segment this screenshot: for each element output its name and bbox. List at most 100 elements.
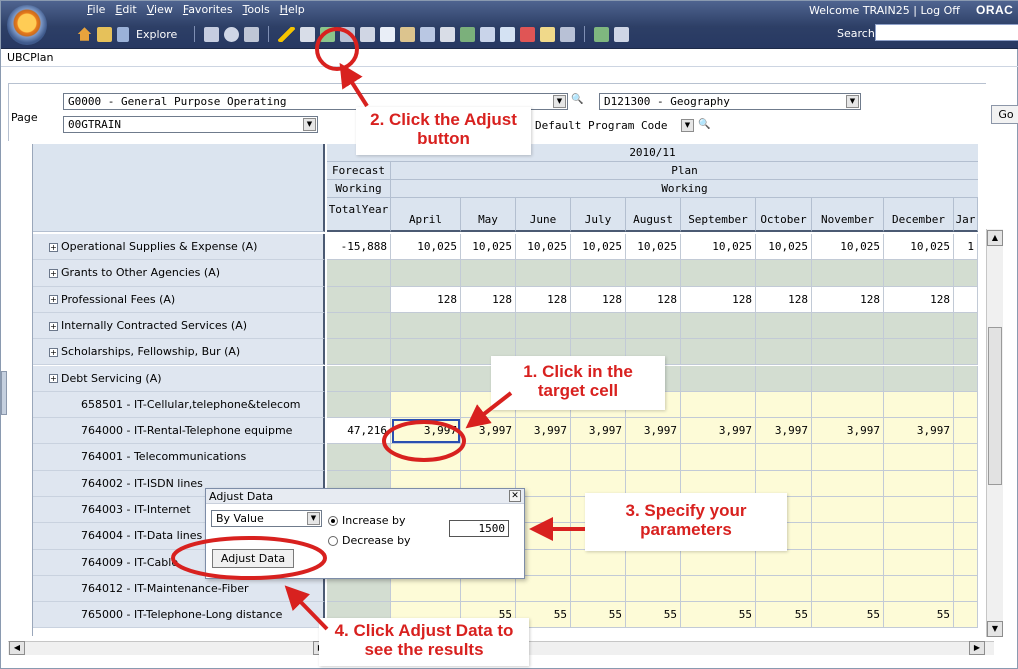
- data-cell[interactable]: 3,997: [681, 418, 756, 445]
- data-cell[interactable]: [756, 365, 812, 392]
- data-cell[interactable]: [327, 339, 391, 366]
- data-cell[interactable]: [516, 260, 571, 287]
- data-cell[interactable]: 10,025: [756, 234, 812, 261]
- scroll-left-icon[interactable]: ◀: [9, 641, 25, 655]
- data-cell[interactable]: [461, 312, 516, 340]
- column-header[interactable]: May: [461, 198, 516, 232]
- chevron-down-icon[interactable]: ▼: [303, 118, 316, 131]
- data-cell[interactable]: [812, 444, 884, 471]
- target-cell[interactable]: 3,997: [391, 418, 461, 445]
- expand-toggle-icon[interactable]: +: [49, 268, 58, 278]
- explore-button[interactable]: Explore: [136, 28, 177, 41]
- data-cell[interactable]: [461, 444, 516, 471]
- column-header[interactable]: November: [812, 198, 884, 232]
- data-cell[interactable]: [681, 444, 756, 471]
- data-cell[interactable]: [884, 549, 954, 576]
- data-cell[interactable]: 128: [681, 286, 756, 313]
- data-cell[interactable]: 55: [626, 602, 681, 629]
- column-header[interactable]: TotalYear: [327, 198, 391, 232]
- menu-file[interactable]: File: [87, 3, 105, 16]
- expand-toggle-icon[interactable]: +: [49, 374, 58, 384]
- column-header[interactable]: September: [681, 198, 756, 232]
- data-cell[interactable]: 10,025: [571, 234, 626, 261]
- chart-icon[interactable]: [460, 26, 476, 42]
- data-cell[interactable]: [884, 470, 954, 497]
- logoff-link[interactable]: Log Off: [920, 4, 959, 17]
- data-cell[interactable]: 47,216: [327, 418, 391, 445]
- home-icon[interactable]: [77, 27, 92, 41]
- data-cell[interactable]: [812, 339, 884, 366]
- row-label[interactable]: 764000 - IT-Rental-Telephone equipme: [33, 418, 325, 445]
- close-icon[interactable]: ✕: [509, 490, 521, 502]
- data-cell[interactable]: [954, 260, 978, 287]
- panel-collapse-handle[interactable]: [1, 371, 7, 415]
- column-header[interactable]: August: [626, 198, 681, 232]
- data-cell[interactable]: [884, 523, 954, 550]
- data-cell[interactable]: [516, 444, 571, 471]
- refresh-icon[interactable]: [224, 26, 240, 42]
- data-cell[interactable]: 128: [516, 286, 571, 313]
- data-cell[interactable]: [812, 312, 884, 340]
- data-cell[interactable]: [327, 575, 391, 603]
- data-cell[interactable]: 3,997: [756, 418, 812, 445]
- chevron-down-icon[interactable]: ▼: [307, 512, 320, 525]
- data-cell[interactable]: [884, 365, 954, 392]
- scrollbar-thumb[interactable]: [988, 327, 1002, 485]
- geography-select[interactable]: D121300 - Geography ▼: [599, 93, 861, 110]
- data-cell[interactable]: 10,025: [391, 234, 461, 261]
- data-cell[interactable]: 10,025: [681, 234, 756, 261]
- copy-icon[interactable]: [380, 26, 396, 42]
- data-cell[interactable]: [391, 339, 461, 366]
- data-cell[interactable]: [954, 286, 978, 313]
- flag-icon[interactable]: [520, 26, 536, 42]
- data-cell[interactable]: [327, 286, 391, 313]
- column-header[interactable]: April: [391, 198, 461, 232]
- data-cell[interactable]: [812, 523, 884, 550]
- data-cell[interactable]: [812, 391, 884, 419]
- data-cell[interactable]: [461, 575, 516, 603]
- data-cell[interactable]: [681, 365, 756, 392]
- data-cell[interactable]: 3,997: [812, 418, 884, 445]
- data-cell[interactable]: [681, 575, 756, 603]
- data-cell[interactable]: [954, 312, 978, 340]
- row-label[interactable]: + Professional Fees (A): [33, 286, 325, 313]
- data-cell[interactable]: 10,025: [461, 234, 516, 261]
- chevron-down-icon[interactable]: ▼: [553, 95, 566, 108]
- paste-data-icon[interactable]: [420, 26, 436, 42]
- export-icon[interactable]: [594, 26, 610, 42]
- scroll-right-icon[interactable]: ▶: [969, 641, 985, 655]
- row-label[interactable]: 764001 - Telecommunications: [33, 444, 325, 471]
- data-cell[interactable]: 3,997: [884, 418, 954, 445]
- department-select[interactable]: 00GTRAIN ▼: [63, 116, 318, 133]
- data-cell[interactable]: [626, 575, 681, 603]
- data-cell[interactable]: [571, 444, 626, 471]
- data-cell[interactable]: [812, 470, 884, 497]
- data-cell[interactable]: [571, 549, 626, 576]
- scroll-up-icon[interactable]: ▲: [987, 230, 1003, 246]
- expand-toggle-icon[interactable]: +: [49, 321, 58, 331]
- data-cell[interactable]: [812, 365, 884, 392]
- expand-toggle-icon[interactable]: +: [49, 295, 58, 305]
- abc-icon[interactable]: [440, 26, 456, 42]
- note-icon[interactable]: [540, 26, 556, 42]
- chevron-down-icon[interactable]: ▼: [846, 95, 859, 108]
- data-cell[interactable]: [391, 575, 461, 603]
- data-cell[interactable]: [756, 339, 812, 366]
- data-cell[interactable]: [954, 365, 978, 392]
- data-cell[interactable]: [461, 260, 516, 287]
- program-select[interactable]: Default Program Code ▼: [532, 118, 695, 135]
- cut-icon[interactable]: [360, 26, 376, 42]
- data-cell[interactable]: 128: [756, 286, 812, 313]
- data-cell[interactable]: [327, 391, 391, 419]
- data-cell[interactable]: [391, 365, 461, 392]
- row-label[interactable]: 658501 - IT-Cellular,telephone&telecom: [33, 391, 325, 419]
- data-cell[interactable]: [884, 497, 954, 524]
- chevron-down-icon[interactable]: ▼: [681, 119, 694, 132]
- column-header[interactable]: July: [571, 198, 626, 232]
- data-cell[interactable]: [681, 391, 756, 419]
- data-cell[interactable]: [681, 312, 756, 340]
- lock-icon[interactable]: [340, 26, 356, 42]
- data-cell[interactable]: [391, 391, 461, 419]
- data-cell[interactable]: [812, 575, 884, 603]
- data-cell[interactable]: 10,025: [626, 234, 681, 261]
